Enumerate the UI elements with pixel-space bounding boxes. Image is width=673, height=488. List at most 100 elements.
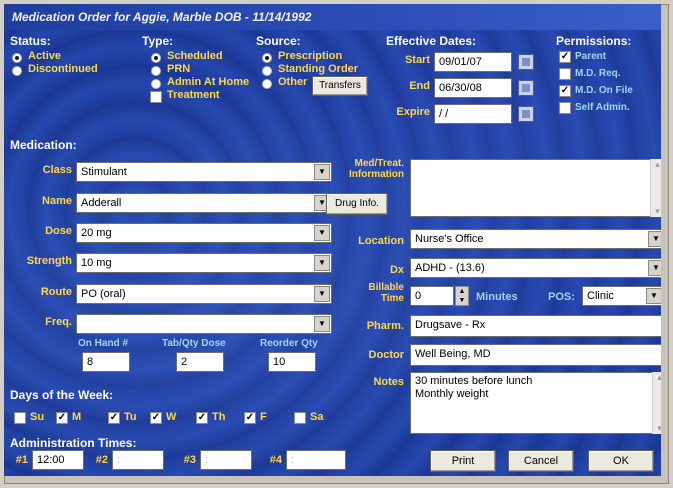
permission-md-req-checkbox[interactable]	[559, 68, 571, 80]
admin-time-4-field[interactable]: :	[286, 450, 346, 470]
day-su-checkbox[interactable]	[14, 412, 26, 424]
permission-md-on-file-checkbox[interactable]: ✓	[559, 85, 571, 97]
permissions-heading: Permissions:	[556, 34, 632, 48]
day-tu-checkbox[interactable]: ✓	[108, 412, 120, 424]
on-hand-field[interactable]: 8	[82, 352, 130, 372]
permission-self-admin-label: Self Admin.	[575, 102, 630, 113]
class-value: Stimulant	[81, 166, 127, 178]
effective-dates-heading: Effective Dates:	[386, 34, 477, 48]
chevron-down-icon[interactable]: ▼	[648, 231, 661, 247]
strength-label: Strength	[26, 255, 72, 267]
chevron-down-icon[interactable]: ▼	[646, 288, 661, 304]
type-prn-label: PRN	[167, 63, 191, 75]
notes-scrollbar[interactable]	[652, 372, 661, 434]
end-date-label: End	[409, 80, 430, 92]
ok-button[interactable]: OK	[588, 450, 654, 472]
name-value: Adderall	[81, 197, 122, 209]
on-hand-label: On Hand #	[78, 338, 129, 349]
cancel-button[interactable]: Cancel	[508, 450, 574, 472]
med-treat-info-textarea[interactable]	[410, 159, 661, 217]
end-date-calendar-icon[interactable]	[518, 80, 534, 96]
admin-time-2-label: #2	[95, 454, 108, 466]
location-dropdown[interactable]: Nurse's Office ▼	[410, 229, 661, 249]
reorder-qty-label: Reorder Qty	[260, 338, 318, 349]
expire-date-calendar-icon[interactable]	[518, 106, 534, 122]
day-m-checkbox[interactable]: ✓	[56, 412, 68, 424]
status-active-radio[interactable]	[12, 53, 22, 63]
source-other-label: Other	[278, 76, 308, 88]
administration-times-heading: Administration Times:	[10, 436, 137, 450]
dx-dropdown[interactable]: ADHD - (13.6) ▼	[410, 258, 661, 278]
permission-self-admin-checkbox[interactable]	[559, 102, 571, 114]
doctor-label: Doctor	[368, 349, 404, 361]
admin-time-3-field[interactable]: :	[200, 450, 252, 470]
permission-parent-checkbox[interactable]: ✓	[559, 51, 571, 63]
source-other-radio[interactable]	[262, 79, 272, 89]
chevron-down-icon[interactable]: ▼	[314, 225, 330, 241]
freq-dropdown[interactable]: ▼	[76, 314, 332, 334]
class-dropdown[interactable]: Stimulant ▼	[76, 162, 332, 182]
permission-md-on-file-label: M.D. On File	[575, 85, 633, 96]
day-m-label: M	[72, 411, 82, 423]
source-prescription-radio[interactable]	[262, 53, 272, 63]
print-button[interactable]: Print	[430, 450, 496, 472]
admin-time-2-field[interactable]: :	[112, 450, 164, 470]
pos-dropdown[interactable]: Clinic ▼	[582, 286, 661, 306]
dose-dropdown[interactable]: 20 mg ▼	[76, 223, 332, 243]
type-heading: Type:	[142, 34, 174, 48]
med-treat-info-scrollbar[interactable]	[650, 159, 661, 217]
notes-label: Notes	[373, 376, 404, 388]
freq-label: Freq.	[45, 316, 72, 328]
day-th-checkbox[interactable]: ✓	[196, 412, 208, 424]
permission-parent-label: Parent	[575, 51, 607, 62]
name-label: Name	[42, 195, 72, 207]
status-discontinued-radio[interactable]	[12, 66, 22, 76]
drug-info-button[interactable]: Drug Info.	[326, 193, 388, 215]
source-heading: Source:	[256, 34, 301, 48]
billable-time-spinner-icon[interactable]: ▲ ▼	[455, 286, 469, 306]
start-date-field[interactable]: 09/01/07	[434, 52, 512, 72]
chevron-down-icon[interactable]: ▼	[314, 286, 330, 302]
admin-time-4-label: #4	[269, 454, 282, 466]
source-standing-order-label: Standing Order	[278, 63, 359, 75]
end-date-field[interactable]: 06/30/08	[434, 78, 512, 98]
type-admin-at-home-radio[interactable]	[151, 79, 161, 89]
source-standing-order-radio[interactable]	[262, 66, 272, 76]
day-sa-checkbox[interactable]	[294, 412, 306, 424]
name-dropdown[interactable]: Adderall ▼	[76, 193, 332, 213]
route-dropdown[interactable]: PO (oral) ▼	[76, 284, 332, 304]
notes-line-1: 30 minutes before lunch	[415, 375, 533, 387]
treatment-label: Treatment	[167, 89, 220, 101]
transfers-button[interactable]: Transfers	[312, 76, 368, 96]
expire-date-field[interactable]: / /	[434, 104, 512, 124]
day-f-checkbox[interactable]: ✓	[244, 412, 256, 424]
day-w-label: W	[166, 411, 177, 423]
tab-qty-dose-field[interactable]: 2	[176, 352, 224, 372]
treatment-checkbox[interactable]	[150, 91, 162, 103]
route-value: PO (oral)	[81, 288, 126, 300]
day-f-label: F	[260, 411, 267, 423]
chevron-down-icon[interactable]: ▼	[648, 260, 661, 276]
billable-time-field[interactable]: 0	[410, 286, 454, 306]
reorder-qty-field[interactable]: 10	[268, 352, 316, 372]
pharm-field[interactable]: Drugsave - Rx	[410, 315, 661, 337]
chevron-down-icon[interactable]: ▼	[314, 316, 330, 332]
strength-dropdown[interactable]: 10 mg ▼	[76, 253, 332, 273]
admin-time-1-field[interactable]: 12:00	[32, 450, 84, 470]
day-th-label: Th	[212, 411, 226, 423]
status-discontinued-label: Discontinued	[28, 63, 98, 75]
doctor-field[interactable]: Well Being, MD	[410, 344, 661, 366]
dx-label: Dx	[389, 264, 404, 276]
class-label: Class	[42, 164, 72, 176]
start-date-calendar-icon[interactable]	[518, 54, 534, 70]
pharm-label: Pharm.	[366, 320, 404, 332]
chevron-down-icon[interactable]: ▼	[314, 164, 330, 180]
type-prn-radio[interactable]	[151, 66, 161, 76]
notes-textarea[interactable]: 30 minutes before lunch Monthly weight	[410, 372, 661, 434]
chevron-down-icon[interactable]: ▼	[314, 255, 330, 271]
route-label: Route	[40, 286, 72, 298]
type-scheduled-radio[interactable]	[151, 53, 161, 63]
day-w-checkbox[interactable]: ✓	[150, 412, 162, 424]
med-treat-info-label-line2: Information	[349, 169, 404, 180]
billable-time-label-line2: Time	[380, 293, 404, 304]
